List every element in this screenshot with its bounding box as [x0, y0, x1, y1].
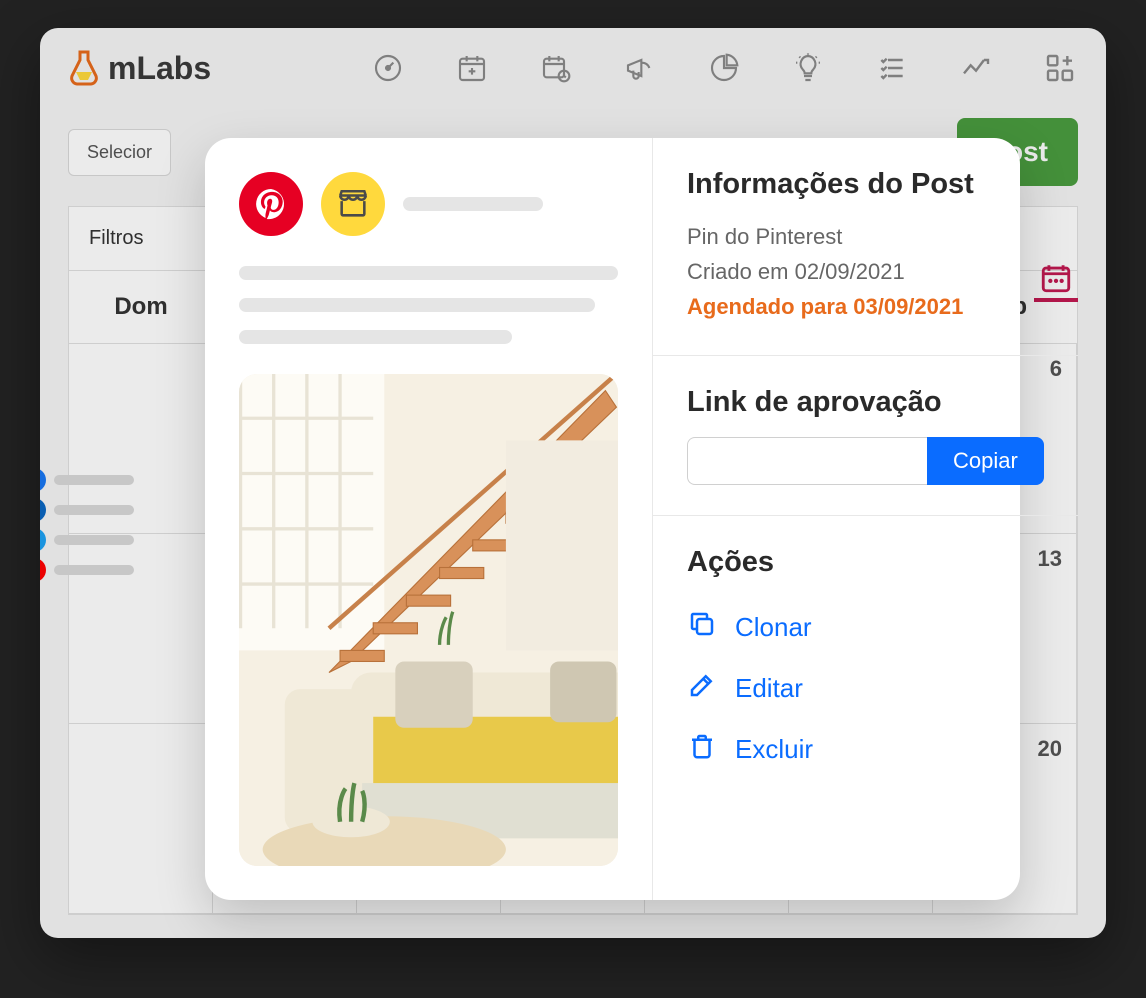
clone-label: Clonar	[735, 612, 812, 643]
text-skeleton	[239, 298, 595, 312]
pinterest-icon	[239, 172, 303, 236]
copy-icon	[687, 609, 717, 646]
clone-button[interactable]: Clonar	[687, 597, 1044, 658]
text-skeleton	[239, 266, 618, 280]
approval-link-input[interactable]	[687, 437, 927, 485]
post-title-skeleton	[403, 197, 543, 211]
actions-title: Ações	[687, 546, 1044, 579]
post-detail-modal: Informações do Post Pin do Pinterest Cri…	[205, 138, 1020, 900]
post-image-preview	[239, 374, 618, 866]
edit-button[interactable]: Editar	[687, 658, 1044, 719]
approval-link-title: Link de aprovação	[687, 386, 1044, 419]
created-date-label: Criado em 02/09/2021	[687, 254, 1044, 289]
trash-icon	[687, 731, 717, 768]
info-title: Informações do Post	[687, 168, 1044, 201]
copy-button[interactable]: Copiar	[927, 437, 1044, 485]
scheduled-date-label: Agendado para 03/09/2021	[687, 289, 1044, 324]
shop-icon	[321, 172, 385, 236]
pencil-icon	[687, 670, 717, 707]
post-type-label: Pin do Pinterest	[687, 219, 1044, 254]
edit-label: Editar	[735, 673, 803, 704]
delete-button[interactable]: Excluir	[687, 719, 1044, 780]
text-skeleton	[239, 330, 512, 344]
delete-label: Excluir	[735, 734, 813, 765]
